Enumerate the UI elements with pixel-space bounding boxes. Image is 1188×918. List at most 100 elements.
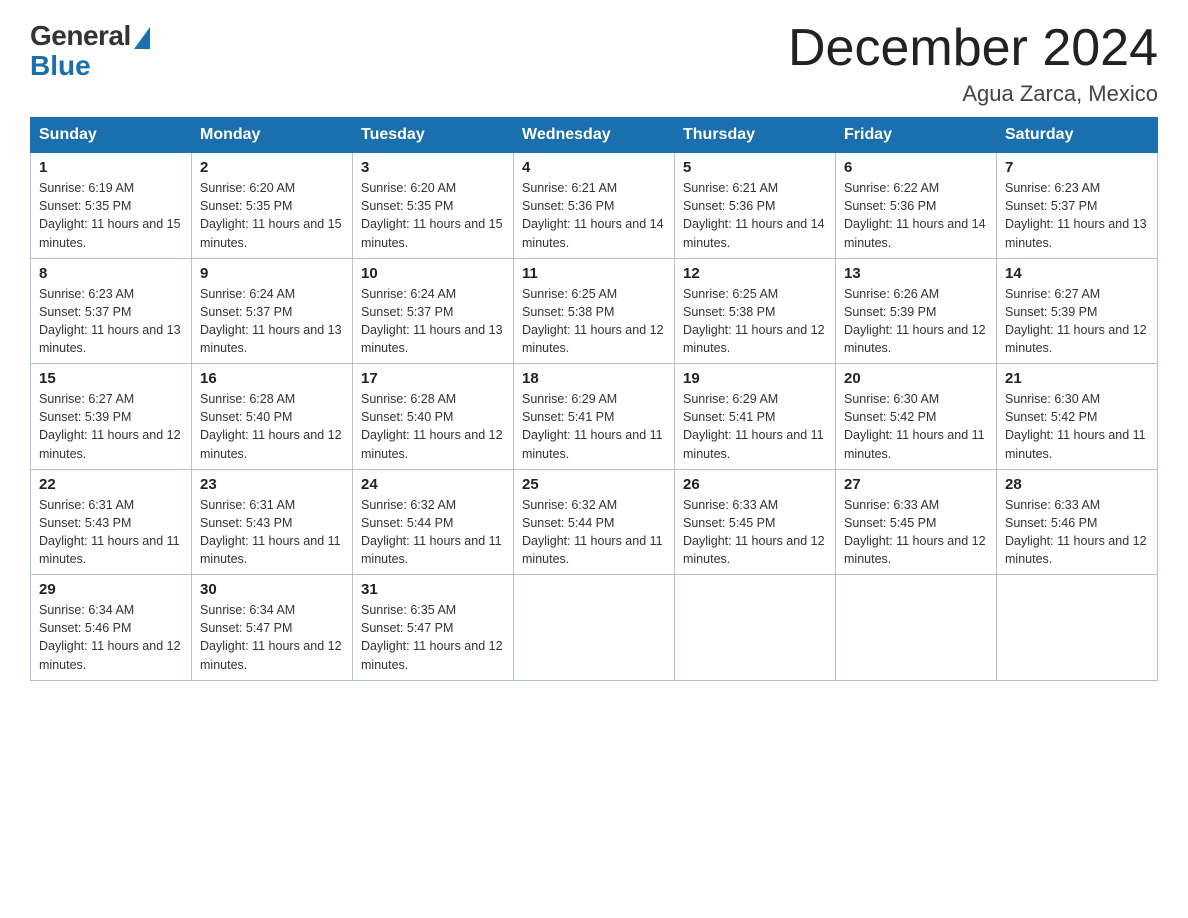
calendar-cell: 8 Sunrise: 6:23 AMSunset: 5:37 PMDaylight… xyxy=(31,258,192,364)
calendar-cell: 13 Sunrise: 6:26 AMSunset: 5:39 PMDayligh… xyxy=(836,258,997,364)
column-header-saturday: Saturday xyxy=(997,118,1158,153)
calendar-week-row: 29Sunrise: 6:34 AMSunset: 5:46 PMDayligh… xyxy=(31,575,1158,681)
day-number: 21 xyxy=(1005,370,1149,387)
calendar-cell: 29Sunrise: 6:34 AMSunset: 5:46 PMDayligh… xyxy=(31,575,192,681)
calendar-cell: 1 Sunrise: 6:19 AMSunset: 5:35 PMDaylight… xyxy=(31,153,192,259)
calendar-cell: 17 Sunrise: 6:28 AMSunset: 5:40 PMDayligh… xyxy=(353,364,514,470)
day-number: 26 xyxy=(683,476,827,493)
day-info: Sunrise: 6:27 AMSunset: 5:39 PMDaylight:… xyxy=(39,390,183,463)
calendar-cell: 4Sunrise: 6:21 AMSunset: 5:36 PMDaylight… xyxy=(514,153,675,259)
column-header-wednesday: Wednesday xyxy=(514,118,675,153)
day-info: Sunrise: 6:29 AMSunset: 5:41 PMDaylight:… xyxy=(683,390,827,463)
calendar-cell: 23Sunrise: 6:31 AMSunset: 5:43 PMDayligh… xyxy=(192,469,353,575)
logo: General Blue xyxy=(30,20,150,82)
day-info: Sunrise: 6:30 AMSunset: 5:42 PMDaylight:… xyxy=(1005,390,1149,463)
calendar-cell: 9 Sunrise: 6:24 AMSunset: 5:37 PMDaylight… xyxy=(192,258,353,364)
day-info: Sunrise: 6:24 AMSunset: 5:37 PMDaylight:… xyxy=(200,285,344,358)
day-number: 19 xyxy=(683,370,827,387)
day-info: Sunrise: 6:33 AMSunset: 5:45 PMDaylight:… xyxy=(844,496,988,569)
day-info: Sunrise: 6:19 AMSunset: 5:35 PMDaylight:… xyxy=(39,179,183,252)
day-info: Sunrise: 6:21 AMSunset: 5:36 PMDaylight:… xyxy=(683,179,827,252)
column-header-friday: Friday xyxy=(836,118,997,153)
calendar-cell: 31Sunrise: 6:35 AMSunset: 5:47 PMDayligh… xyxy=(353,575,514,681)
day-number: 31 xyxy=(361,581,505,598)
day-info: Sunrise: 6:29 AMSunset: 5:41 PMDaylight:… xyxy=(522,390,666,463)
calendar-table: SundayMondayTuesdayWednesdayThursdayFrid… xyxy=(30,117,1158,681)
logo-triangle-icon xyxy=(134,27,150,49)
calendar-week-row: 1 Sunrise: 6:19 AMSunset: 5:35 PMDaylight… xyxy=(31,153,1158,259)
calendar-header-row: SundayMondayTuesdayWednesdayThursdayFrid… xyxy=(31,118,1158,153)
day-number: 15 xyxy=(39,370,183,387)
calendar-body: 1 Sunrise: 6:19 AMSunset: 5:35 PMDaylight… xyxy=(31,153,1158,681)
day-info: Sunrise: 6:33 AMSunset: 5:46 PMDaylight:… xyxy=(1005,496,1149,569)
calendar-cell: 20 Sunrise: 6:30 AMSunset: 5:42 PMDayligh… xyxy=(836,364,997,470)
calendar-cell xyxy=(514,575,675,681)
day-number: 24 xyxy=(361,476,505,493)
logo-blue-text: Blue xyxy=(30,50,91,82)
day-number: 13 xyxy=(844,265,988,282)
page-header: General Blue December 2024 Agua Zarca, M… xyxy=(30,20,1158,107)
day-number: 12 xyxy=(683,265,827,282)
day-number: 5 xyxy=(683,159,827,176)
calendar-cell: 11 Sunrise: 6:25 AMSunset: 5:38 PMDayligh… xyxy=(514,258,675,364)
day-number: 8 xyxy=(39,265,183,282)
day-info: Sunrise: 6:32 AMSunset: 5:44 PMDaylight:… xyxy=(361,496,505,569)
day-info: Sunrise: 6:32 AMSunset: 5:44 PMDaylight:… xyxy=(522,496,666,569)
day-info: Sunrise: 6:26 AMSunset: 5:39 PMDaylight:… xyxy=(844,285,988,358)
calendar-cell xyxy=(836,575,997,681)
day-number: 27 xyxy=(844,476,988,493)
day-number: 11 xyxy=(522,265,666,282)
calendar-cell: 15 Sunrise: 6:27 AMSunset: 5:39 PMDayligh… xyxy=(31,364,192,470)
day-info: Sunrise: 6:27 AMSunset: 5:39 PMDaylight:… xyxy=(1005,285,1149,358)
calendar-cell: 10 Sunrise: 6:24 AMSunset: 5:37 PMDayligh… xyxy=(353,258,514,364)
day-info: Sunrise: 6:33 AMSunset: 5:45 PMDaylight:… xyxy=(683,496,827,569)
day-number: 20 xyxy=(844,370,988,387)
day-info: Sunrise: 6:30 AMSunset: 5:42 PMDaylight:… xyxy=(844,390,988,463)
calendar-cell: 28 Sunrise: 6:33 AMSunset: 5:46 PMDayligh… xyxy=(997,469,1158,575)
calendar-cell: 25 Sunrise: 6:32 AMSunset: 5:44 PMDayligh… xyxy=(514,469,675,575)
calendar-cell: 7 Sunrise: 6:23 AMSunset: 5:37 PMDaylight… xyxy=(997,153,1158,259)
calendar-cell: 21 Sunrise: 6:30 AMSunset: 5:42 PMDayligh… xyxy=(997,364,1158,470)
calendar-cell: 14Sunrise: 6:27 AMSunset: 5:39 PMDayligh… xyxy=(997,258,1158,364)
day-info: Sunrise: 6:34 AMSunset: 5:46 PMDaylight:… xyxy=(39,601,183,674)
day-number: 9 xyxy=(200,265,344,282)
day-info: Sunrise: 6:34 AMSunset: 5:47 PMDaylight:… xyxy=(200,601,344,674)
day-number: 6 xyxy=(844,159,988,176)
calendar-cell: 12 Sunrise: 6:25 AMSunset: 5:38 PMDayligh… xyxy=(675,258,836,364)
title-block: December 2024 Agua Zarca, Mexico xyxy=(788,20,1158,107)
day-number: 2 xyxy=(200,159,344,176)
day-number: 28 xyxy=(1005,476,1149,493)
day-info: Sunrise: 6:24 AMSunset: 5:37 PMDaylight:… xyxy=(361,285,505,358)
day-number: 18 xyxy=(522,370,666,387)
day-info: Sunrise: 6:31 AMSunset: 5:43 PMDaylight:… xyxy=(39,496,183,569)
day-number: 10 xyxy=(361,265,505,282)
calendar-cell: 19 Sunrise: 6:29 AMSunset: 5:41 PMDayligh… xyxy=(675,364,836,470)
calendar-cell: 3Sunrise: 6:20 AMSunset: 5:35 PMDaylight… xyxy=(353,153,514,259)
calendar-cell: 16Sunrise: 6:28 AMSunset: 5:40 PMDayligh… xyxy=(192,364,353,470)
day-info: Sunrise: 6:28 AMSunset: 5:40 PMDaylight:… xyxy=(361,390,505,463)
calendar-cell: 18 Sunrise: 6:29 AMSunset: 5:41 PMDayligh… xyxy=(514,364,675,470)
calendar-cell: 6Sunrise: 6:22 AMSunset: 5:36 PMDaylight… xyxy=(836,153,997,259)
logo-general-text: General xyxy=(30,20,131,52)
calendar-cell xyxy=(675,575,836,681)
day-number: 23 xyxy=(200,476,344,493)
day-info: Sunrise: 6:20 AMSunset: 5:35 PMDaylight:… xyxy=(361,179,505,252)
column-header-monday: Monday xyxy=(192,118,353,153)
month-title: December 2024 xyxy=(788,20,1158,77)
day-number: 1 xyxy=(39,159,183,176)
calendar-cell: 5 Sunrise: 6:21 AMSunset: 5:36 PMDaylight… xyxy=(675,153,836,259)
day-number: 17 xyxy=(361,370,505,387)
location-subtitle: Agua Zarca, Mexico xyxy=(788,81,1158,107)
day-number: 30 xyxy=(200,581,344,598)
day-info: Sunrise: 6:23 AMSunset: 5:37 PMDaylight:… xyxy=(39,285,183,358)
calendar-week-row: 15 Sunrise: 6:27 AMSunset: 5:39 PMDayligh… xyxy=(31,364,1158,470)
column-header-thursday: Thursday xyxy=(675,118,836,153)
calendar-cell: 2Sunrise: 6:20 AMSunset: 5:35 PMDaylight… xyxy=(192,153,353,259)
day-info: Sunrise: 6:25 AMSunset: 5:38 PMDaylight:… xyxy=(522,285,666,358)
column-header-tuesday: Tuesday xyxy=(353,118,514,153)
day-number: 25 xyxy=(522,476,666,493)
calendar-cell: 26 Sunrise: 6:33 AMSunset: 5:45 PMDayligh… xyxy=(675,469,836,575)
day-info: Sunrise: 6:25 AMSunset: 5:38 PMDaylight:… xyxy=(683,285,827,358)
day-number: 7 xyxy=(1005,159,1149,176)
day-info: Sunrise: 6:23 AMSunset: 5:37 PMDaylight:… xyxy=(1005,179,1149,252)
